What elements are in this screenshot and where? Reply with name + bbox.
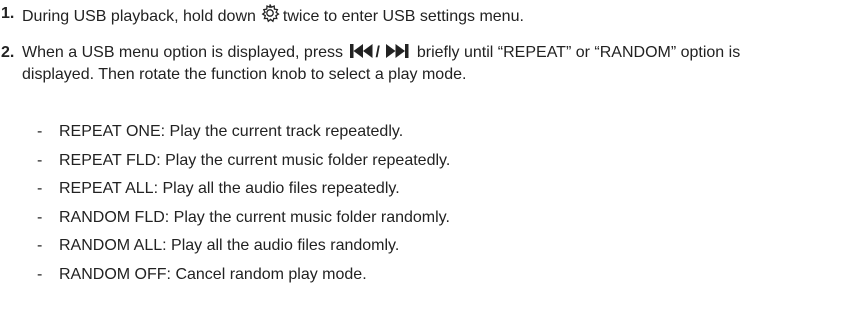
step-1: 1. During USB playback, hold down twice …: [0, 3, 858, 28]
step-text-line2: displayed. Then rotate the function knob…: [22, 66, 467, 83]
gear-icon: [260, 3, 280, 23]
step-text-line1-end: briefly until “REPEAT” or “RANDOM” optio…: [416, 44, 741, 61]
play-mode-text: RANDOM OFF: Cancel random play mode.: [59, 265, 367, 283]
step-text: When a USB menu option is displayed, pre…: [22, 42, 858, 86]
skip-back-icon: [349, 43, 374, 59]
list-dash: -: [37, 265, 43, 283]
list-dash: -: [37, 208, 43, 226]
play-mode-text: REPEAT ONE: Play the current track repea…: [59, 123, 404, 140]
play-mode-text: RANDOM FLD: Play the current music folde…: [59, 208, 450, 226]
step-text-before-icon: During USB playback, hold down: [22, 8, 256, 25]
play-mode-text: REPEAT ALL: Play all the audio files rep…: [59, 180, 400, 197]
step-text-after-icon: twice to enter USB settings menu.: [282, 8, 524, 25]
list-dash: -: [37, 237, 43, 254]
icon-separator: /: [375, 44, 380, 61]
step-number: 2.: [1, 44, 15, 61]
play-mode-item: - REPEAT ONE: Play the current track rep…: [37, 121, 817, 150]
list-dash: -: [37, 151, 43, 169]
step-2: 2. When a USB menu option is displayed, …: [0, 42, 858, 86]
step-number: 1.: [1, 5, 15, 22]
play-mode-text: RANDOM ALL: Play all the audio files ran…: [59, 237, 400, 254]
play-mode-text: REPEAT FLD: Play the current music folde…: [59, 151, 451, 169]
play-mode-item: - RANDOM ALL: Play all the audio files r…: [37, 235, 817, 264]
play-mode-list: - REPEAT ONE: Play the current track rep…: [37, 121, 817, 292]
step-text-before-icon: When a USB menu option is displayed, pre…: [22, 44, 344, 61]
play-mode-item: - REPEAT FLD: Play the current music fol…: [37, 150, 817, 179]
list-dash: -: [37, 123, 43, 140]
step-text: During USB playback, hold down twice to …: [22, 3, 858, 28]
play-mode-item: - RANDOM FLD: Play the current music fol…: [37, 207, 817, 236]
instruction-steps: 1. During USB playback, hold down twice …: [0, 0, 858, 83]
list-dash: -: [37, 180, 43, 197]
play-mode-item: - RANDOM OFF: Cancel random play mode.: [37, 264, 817, 293]
play-mode-item: - REPEAT ALL: Play all the audio files r…: [37, 178, 817, 207]
skip-forward-icon: [386, 43, 410, 59]
